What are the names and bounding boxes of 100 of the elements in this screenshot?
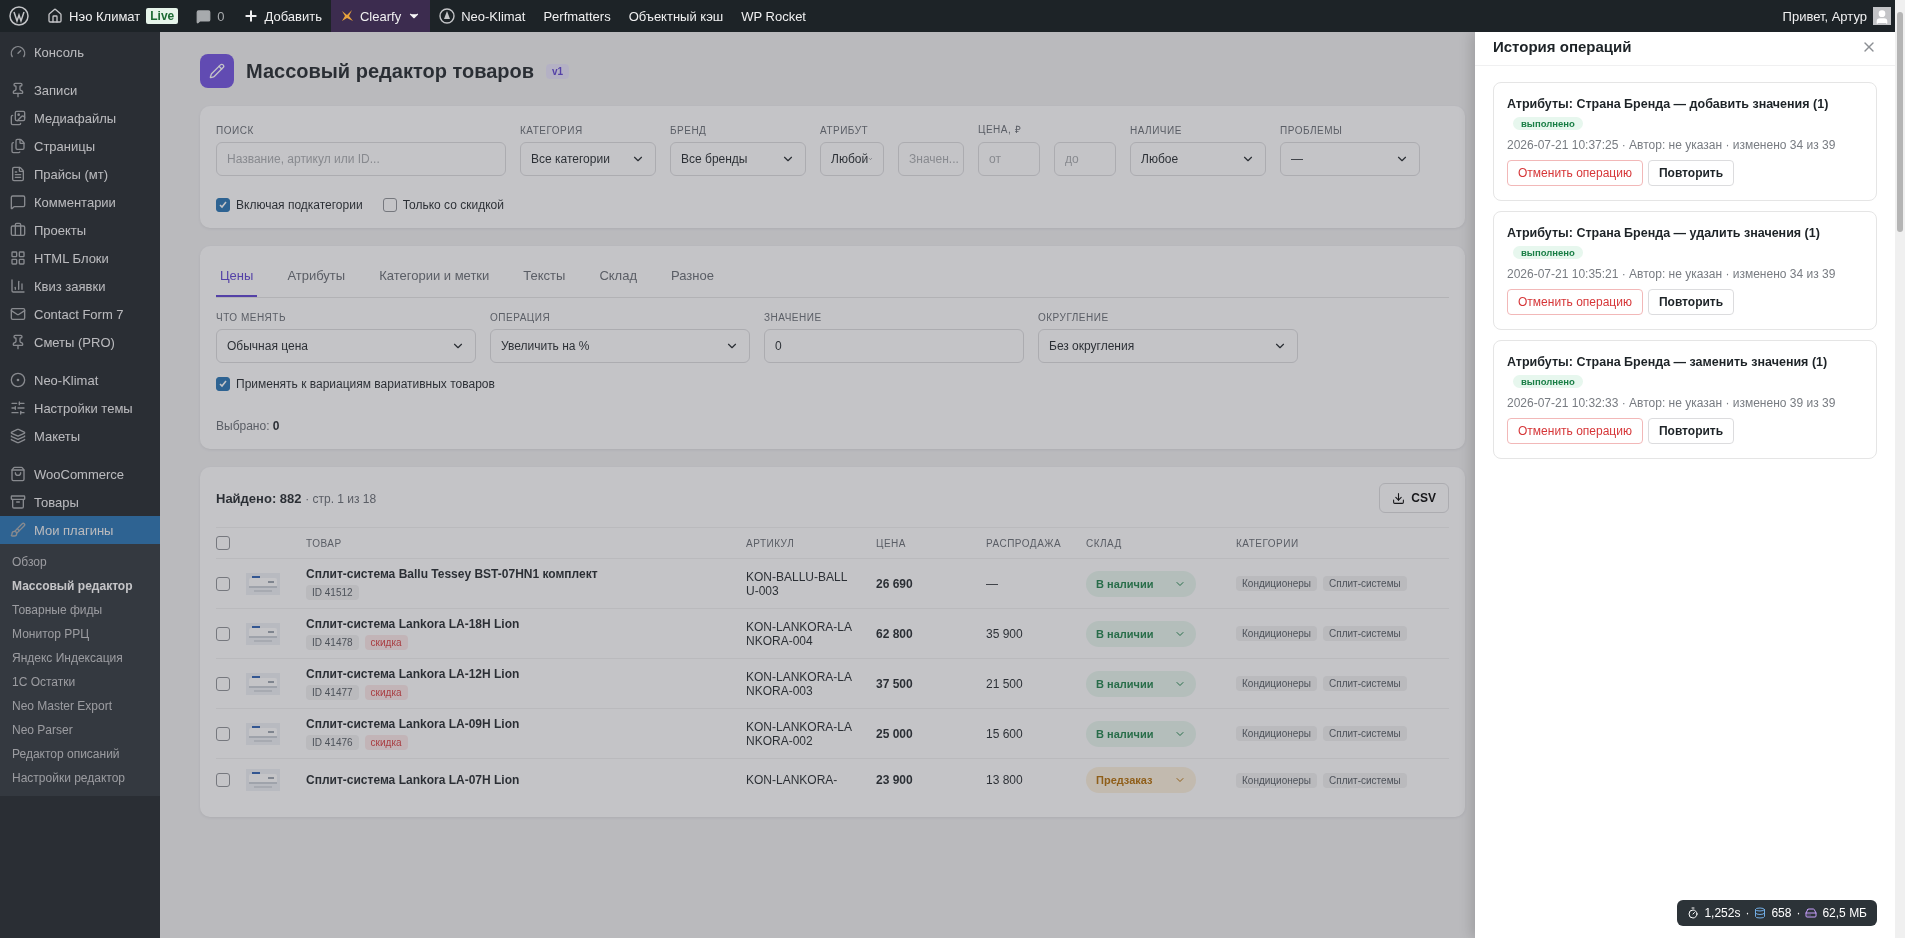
sidebar-item[interactable]: Квиз заявки bbox=[0, 272, 160, 300]
table-cell-text: 37 500 bbox=[876, 676, 914, 691]
sidebar-item[interactable]: Товары bbox=[0, 488, 160, 516]
envelope-icon bbox=[10, 306, 26, 322]
submenu-item[interactable]: 1С Остатки bbox=[0, 670, 160, 694]
dropdown[interactable]: Любой bbox=[820, 142, 884, 176]
undo-button[interactable]: Отменить операцию bbox=[1507, 289, 1643, 315]
sidebar-item[interactable]: Медиафайлы bbox=[0, 104, 160, 132]
archive-icon bbox=[10, 494, 26, 510]
dropdown[interactable]: Обычная цена bbox=[216, 329, 476, 363]
scrollbar[interactable] bbox=[1895, 0, 1905, 938]
site-name-link[interactable]: Нэо Климат Live bbox=[38, 0, 188, 32]
dropdown[interactable]: Все бренды bbox=[670, 142, 806, 176]
product-name[interactable]: Сплит-система Lankora LA-12H Lion bbox=[306, 667, 520, 681]
sidebar-item[interactable]: WooCommerce bbox=[0, 460, 160, 488]
sidebar-item[interactable]: Макеты bbox=[0, 422, 160, 450]
tab[interactable]: Склад bbox=[595, 262, 641, 297]
sidebar-item[interactable]: Комментарии bbox=[0, 188, 160, 216]
results-count: Найдено: 882 · стр. 1 из 18 bbox=[216, 490, 377, 506]
tab[interactable]: Атрибуты bbox=[283, 262, 350, 297]
sidebar-item[interactable]: Настройки темы bbox=[0, 394, 160, 422]
csv-export-button[interactable]: CSV bbox=[1379, 483, 1449, 513]
checkbox[interactable] bbox=[216, 676, 230, 691]
sidebar-item[interactable]: Записи bbox=[0, 76, 160, 104]
dropdown[interactable]: Все категории bbox=[520, 142, 656, 176]
tab[interactable]: Тексты bbox=[519, 262, 570, 297]
submenu-item[interactable]: Товарные фиды bbox=[0, 598, 160, 622]
dropdown[interactable]: Любое bbox=[1130, 142, 1266, 176]
submenu-item[interactable]: Neo Master Export bbox=[0, 694, 160, 718]
images-icon bbox=[10, 110, 26, 126]
submenu-item[interactable]: Neo Parser bbox=[0, 718, 160, 742]
selected-count: Выбрано: 0 bbox=[216, 419, 281, 433]
toolbar-link[interactable]: WP Rocket bbox=[732, 0, 815, 32]
submenu-item[interactable]: Обзор bbox=[0, 550, 160, 574]
checkbox[interactable] bbox=[382, 198, 397, 212]
home-icon bbox=[47, 8, 63, 24]
submenu-item[interactable]: Массовый редактор bbox=[0, 574, 160, 598]
circle-icon bbox=[10, 372, 26, 388]
tab[interactable]: Цены bbox=[216, 262, 258, 297]
comments-link[interactable]: 0 bbox=[187, 0, 234, 32]
dropdown[interactable]: — bbox=[1280, 142, 1420, 176]
add-new-link[interactable]: Добавить bbox=[233, 0, 331, 32]
sidebar-item[interactable]: Neo-Klimat bbox=[0, 366, 160, 394]
checkbox[interactable] bbox=[216, 377, 230, 391]
checkbox-label: Применять к вариациям вариативных товаров bbox=[236, 377, 495, 391]
sidebar-item[interactable]: Прайсы (мт) bbox=[0, 160, 160, 188]
product-name[interactable]: Сплит-система Lankora LA-09H Lion bbox=[306, 717, 520, 731]
product-name[interactable]: Сплит-система Ballu Tessey BST-07HN1 комплект bbox=[306, 567, 598, 581]
status-badge: выполнено bbox=[1513, 375, 1583, 388]
page-title: Массовый редактор товаров bbox=[246, 59, 535, 83]
category-tag: Сплит-системы bbox=[1323, 626, 1407, 641]
submenu-item[interactable]: Яндекс Индексация bbox=[0, 646, 160, 670]
repeat-button[interactable]: Повторить bbox=[1647, 160, 1735, 186]
repeat-button[interactable]: Повторить bbox=[1647, 418, 1735, 444]
clearfy-menu[interactable]: Clearfy bbox=[330, 0, 431, 32]
dropdown[interactable]: Без округления bbox=[1038, 329, 1298, 363]
greeting-text[interactable]: Привет, Артур bbox=[1782, 8, 1867, 24]
pin-icon bbox=[10, 82, 26, 98]
operation-meta: 2026-07-21 10:35:21 · Автор: не указан · изменено 34 из 39 bbox=[1507, 267, 1836, 281]
sidebar-item[interactable]: Contact Form 7 bbox=[0, 300, 160, 328]
sidebar-item[interactable]: Проекты bbox=[0, 216, 160, 244]
toolbar-link[interactable]: Perfmatters bbox=[534, 0, 620, 32]
product-name[interactable]: Сплит-система Lankora LA-07H Lion bbox=[306, 773, 520, 787]
toolbar-link[interactable]: Объектный кэш bbox=[619, 0, 733, 32]
undo-button[interactable]: Отменить операцию bbox=[1507, 160, 1643, 186]
operation-meta: 2026-07-21 10:32:33 · Автор: не указан · изменено 39 из 39 bbox=[1507, 396, 1836, 410]
dropdown[interactable]: Увеличить на % bbox=[490, 329, 750, 363]
checkbox[interactable] bbox=[216, 576, 230, 591]
memory-icon bbox=[1805, 907, 1818, 919]
undo-button[interactable]: Отменить операцию bbox=[1507, 418, 1643, 444]
field-label: ОКРУГЛЕНИЕ bbox=[1038, 312, 1110, 323]
repeat-button[interactable]: Повторить bbox=[1647, 289, 1735, 315]
submenu-item[interactable]: Настройки редактор bbox=[0, 766, 160, 790]
sidebar-item[interactable]: Страницы bbox=[0, 132, 160, 160]
id-tag: ID 41477 bbox=[306, 685, 359, 700]
files-icon bbox=[10, 138, 26, 154]
sidebar-item[interactable]: HTML Блоки bbox=[0, 244, 160, 272]
checkbox[interactable] bbox=[216, 626, 230, 641]
bag-icon bbox=[10, 466, 26, 482]
tab[interactable]: Разное bbox=[667, 262, 718, 297]
sidebar-item[interactable]: Сметы (PRO) bbox=[0, 328, 160, 356]
checkbox-label: Включая подкатегории bbox=[236, 198, 363, 212]
submenu-item[interactable]: Монитор РРЦ bbox=[0, 622, 160, 646]
submenu-item[interactable]: Редактор описаний bbox=[0, 742, 160, 766]
value-field[interactable]: 0 bbox=[764, 329, 1024, 363]
table-cell-text: 25 000 bbox=[876, 726, 914, 741]
checkbox[interactable] bbox=[216, 726, 230, 741]
tab[interactable]: Категории и метки bbox=[375, 262, 494, 297]
checkbox[interactable] bbox=[216, 198, 230, 212]
sidebar-item[interactable]: Консоль bbox=[0, 38, 160, 66]
product-name[interactable]: Сплит-система Lankora LA-18H Lion bbox=[306, 617, 520, 631]
checkbox[interactable] bbox=[216, 536, 230, 550]
checkbox[interactable] bbox=[216, 773, 230, 787]
table-cell-text: 13 800 bbox=[986, 773, 1024, 787]
neo-klimat-link[interactable]: Neo-Klimat bbox=[430, 0, 535, 32]
table-cell-text: 62 800 bbox=[876, 626, 914, 641]
avatar-icon[interactable] bbox=[1873, 7, 1891, 25]
speech-bubble-icon bbox=[10, 194, 26, 210]
field-label: ЗНАЧЕНИЕ bbox=[764, 312, 823, 323]
column-header: СКЛАД bbox=[1086, 537, 1123, 549]
